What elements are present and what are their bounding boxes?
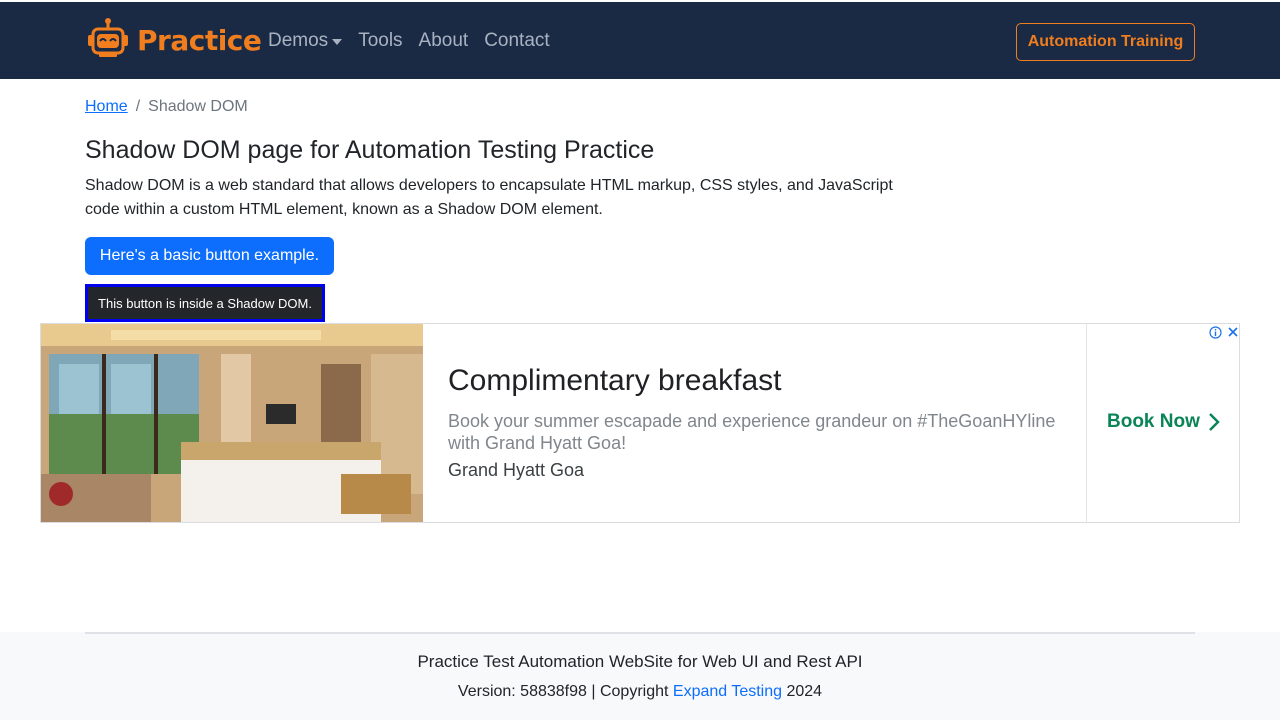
ad-description[interactable]: Book your summer escapade and experience… bbox=[448, 410, 1078, 454]
shadow-dom-button[interactable]: This button is inside a Shadow DOM. bbox=[85, 284, 325, 322]
advertisement-banner[interactable]: Complimentary breakfast Book your summer… bbox=[40, 323, 1240, 523]
robot-logo-icon bbox=[88, 18, 128, 57]
automation-training-button[interactable]: Automation Training bbox=[1016, 23, 1195, 61]
caret-down-icon bbox=[332, 39, 343, 45]
footer-version-text: Version: 58838f98 | Copyright bbox=[457, 683, 673, 700]
breadcrumb-separator: / bbox=[135, 98, 141, 115]
top-navbar: Practice Demos Tools About Contact Autom… bbox=[0, 0, 1280, 79]
ad-book-now-button[interactable]: Book Now bbox=[1107, 411, 1220, 433]
ad-copy[interactable]: Complimentary breakfast Book your summer… bbox=[448, 364, 1078, 481]
page-footer: Practice Test Automation WebSite for Web… bbox=[0, 632, 1280, 720]
ad-advertiser[interactable]: Grand Hyatt Goa bbox=[448, 460, 1078, 481]
footer-divider bbox=[85, 632, 1195, 634]
ad-close-icon[interactable] bbox=[1227, 326, 1239, 338]
hotel-room-illustration bbox=[41, 324, 423, 522]
expand-testing-link[interactable]: Expand Testing bbox=[673, 683, 782, 700]
ad-cta-label: Book Now bbox=[1107, 411, 1200, 432]
nav-links: Demos Tools About Contact bbox=[268, 30, 566, 52]
intro-paragraph: Shadow DOM is a web standard that allows… bbox=[85, 177, 893, 218]
footer-version-line: Version: 58838f98 | Copyright Expand Tes… bbox=[0, 683, 1280, 701]
ad-headline[interactable]: Complimentary breakfast bbox=[448, 364, 1078, 398]
hotel-room-image[interactable] bbox=[41, 324, 423, 522]
nav-contact[interactable]: Contact bbox=[484, 30, 549, 52]
page-title: Shadow DOM page for Automation Testing P… bbox=[85, 136, 655, 164]
basic-example-button[interactable]: Here's a basic button example. bbox=[85, 237, 334, 275]
nav-about[interactable]: About bbox=[419, 30, 469, 52]
brand-link[interactable]: Practice bbox=[85, 17, 262, 63]
breadcrumb-current: Shadow DOM bbox=[148, 98, 248, 115]
ad-info-icon[interactable] bbox=[1209, 326, 1222, 339]
nav-tools[interactable]: Tools bbox=[358, 30, 402, 52]
breadcrumb: Home / Shadow DOM bbox=[85, 98, 248, 116]
nav-demos-label: Demos bbox=[268, 30, 329, 51]
nav-demos-dropdown[interactable]: Demos bbox=[268, 30, 343, 52]
brand-name: Practice bbox=[137, 23, 262, 57]
footer-title: Practice Test Automation WebSite for Web… bbox=[417, 652, 863, 671]
breadcrumb-home-link[interactable]: Home bbox=[85, 98, 128, 116]
footer-year: 2024 bbox=[782, 683, 823, 700]
chevron-right-icon bbox=[1209, 413, 1220, 431]
ad-divider bbox=[1086, 324, 1087, 522]
